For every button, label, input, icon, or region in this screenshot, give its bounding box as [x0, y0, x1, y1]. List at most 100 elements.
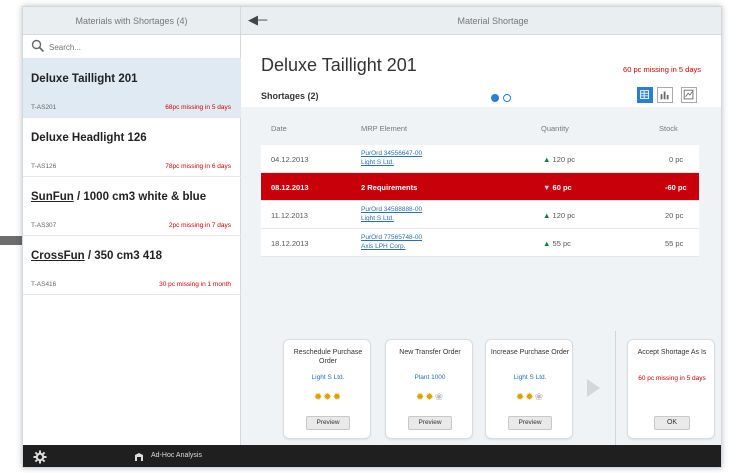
- mrp-supplier: Light S Ltd.: [361, 215, 394, 222]
- rating-stars: ✹✹❀: [486, 392, 574, 403]
- solution-card-reschedule[interactable]: Reschedule Purchase Order Light S Ltd. ✹…: [283, 339, 371, 439]
- quantity-value: 120 pc: [552, 155, 576, 164]
- table-row[interactable]: 04.12.2013 PurOrd 34556647-00 Light S Lt…: [261, 145, 699, 173]
- top-bar: Materials with Shortages (4) ◀─ Material…: [23, 7, 721, 35]
- cell-mrp-element[interactable]: PurOrd 34556647-00 Light S Ltd.: [361, 149, 422, 167]
- cell-date: 08.12.2013: [271, 183, 309, 192]
- play-arrow-icon[interactable]: [587, 379, 600, 397]
- list-item-id: T-AS126: [31, 163, 57, 170]
- ad-hoc-analysis-button[interactable]: Ad-Hoc Analysis: [133, 449, 233, 465]
- page-indicator-inactive[interactable]: [503, 94, 511, 102]
- cell-quantity: ▲ 55 pc: [543, 239, 571, 248]
- preview-button[interactable]: Preview: [306, 416, 350, 430]
- master-title: Materials with Shortages (4): [23, 7, 241, 35]
- graph-view-button[interactable]: [681, 87, 697, 103]
- column-header-quantity: Quantity: [541, 124, 569, 133]
- table-header: Date MRP Element Quantity Stock: [261, 117, 699, 141]
- accept-shortage-card[interactable]: Accept Shortage As Is 60 pc missing in 5…: [627, 339, 715, 439]
- list-item-status: 68pc missing in 5 days: [165, 104, 231, 111]
- table-row[interactable]: 18.12.2013 PurOrd 77565748-00 Axis LPH C…: [261, 229, 699, 257]
- solution-title: New Transfer Order: [399, 349, 461, 356]
- object-header: Deluxe Taillight 201 60 pc missing in 5 …: [241, 35, 721, 107]
- arrow-down-icon: ▼: [543, 183, 551, 192]
- rating-stars: ✹✹✹: [284, 392, 372, 403]
- list-item-sunfun[interactable]: SunFun / 1000 cm3 white & blue T-AS307 2…: [23, 177, 241, 236]
- list-item-deluxe-taillight[interactable]: Deluxe Taillight 201 T-AS201 68pc missin…: [23, 59, 241, 118]
- list-item-deluxe-headlight[interactable]: Deluxe Headlight 126 T-AS126 78pc missin…: [23, 118, 241, 177]
- solution-supplier-link[interactable]: Light S Ltd.: [486, 374, 574, 381]
- column-header-mrp: MRP Element: [361, 124, 408, 133]
- chart-view-button[interactable]: [657, 87, 673, 103]
- solution-card-increase[interactable]: Increase Purchase Order Light S Ltd. ✹✹❀…: [485, 339, 573, 439]
- solution-title: Reschedule Purchase Order: [293, 349, 363, 365]
- shortages-label: Shortages (2): [261, 91, 319, 101]
- cell-quantity: ▲ 120 pc: [543, 211, 575, 220]
- solution-card-transfer[interactable]: New Transfer Order Plant 1000 ✹✹❀ Previe…: [385, 339, 473, 439]
- column-header-date: Date: [271, 124, 287, 133]
- page-indicator-active[interactable]: [491, 94, 499, 102]
- cell-stock: -60 pc: [665, 183, 687, 192]
- app-window: Materials with Shortages (4) ◀─ Material…: [22, 6, 722, 468]
- list-item-title-rest: / 1000 cm3 white & blue: [73, 191, 207, 203]
- star-filled-icon: ✹: [323, 392, 333, 403]
- gear-icon[interactable]: [33, 450, 47, 464]
- list-item-title-link[interactable]: SunFun: [31, 191, 74, 203]
- cell-mrp-element[interactable]: PurOrd 77565748-00 Axis LPH Corp.: [361, 233, 422, 251]
- cell-stock: 20 pc: [665, 211, 684, 220]
- solution-title: Increase Purchase Order: [490, 349, 570, 356]
- cell-mrp-element[interactable]: PurOrd 34588888-00 Light S Ltd.: [361, 205, 422, 223]
- list-item-id: T-AS307: [31, 222, 57, 229]
- list-item-title-link[interactable]: CrossFun: [31, 250, 85, 262]
- cell-mrp-element: 2 Requirements: [361, 183, 418, 192]
- cell-date: 04.12.2013: [271, 155, 309, 164]
- ok-button[interactable]: OK: [654, 416, 690, 430]
- cell-quantity: ▲ 120 pc: [543, 155, 575, 164]
- cell-quantity: ▼ 60 pc: [543, 183, 572, 192]
- star-filled-icon: ✹: [415, 392, 426, 403]
- quantity-value: 120 pc: [552, 211, 576, 220]
- footer-bar: Ad-Hoc Analysis: [23, 445, 721, 467]
- list-item-title: Deluxe Taillight 201: [31, 73, 138, 85]
- solution-plant-link[interactable]: Plant 1000: [386, 374, 474, 381]
- table-icon: [640, 90, 649, 99]
- search-icon: [31, 39, 45, 53]
- arrow-up-icon: ▲: [543, 155, 551, 164]
- accept-status: 60 pc missing in 5 days: [638, 375, 706, 382]
- list-item-id: T-AS201: [31, 104, 57, 111]
- search-bar: [23, 35, 241, 59]
- table-row-alert[interactable]: 08.12.2013 2 Requirements ▼ 60 pc -60 pc: [261, 173, 699, 201]
- stage: Materials with Shortages (4) ◀─ Material…: [0, 0, 729, 473]
- back-arrow-icon[interactable]: ◀─: [248, 13, 267, 27]
- star-filled-icon: ✹: [332, 392, 343, 403]
- list-item-status: 30 pc missing in 1 month: [159, 281, 231, 288]
- search-input[interactable]: [49, 38, 229, 56]
- list-item-crossfun[interactable]: CrossFun / 350 cm3 418 T-AS416 30 pc mis…: [23, 236, 241, 295]
- preview-button[interactable]: Preview: [508, 416, 552, 430]
- star-filled-icon: ✹: [425, 392, 435, 403]
- ad-hoc-analysis-label: Ad-Hoc Analysis: [151, 452, 202, 459]
- cell-stock: 55 pc: [665, 239, 684, 248]
- cell-date: 18.12.2013: [271, 239, 309, 248]
- star-filled-icon: ✹: [313, 392, 324, 403]
- mrp-supplier: Light S Ltd.: [361, 159, 394, 166]
- mrp-document: PurOrd 34588888-00: [361, 206, 423, 213]
- solution-supplier-link[interactable]: Light S Ltd.: [284, 374, 372, 381]
- table-view-button[interactable]: [637, 87, 653, 103]
- list-item-id: T-AS416: [31, 281, 57, 288]
- list-item-status: 2pc missing in 7 days: [168, 222, 231, 229]
- line-chart-icon: [683, 89, 694, 100]
- cell-date: 11.12.2013: [271, 211, 308, 220]
- star-empty-icon: ❀: [434, 392, 445, 403]
- detail-title: Material Shortage: [457, 16, 529, 26]
- quantity-value: 55 pc: [552, 239, 571, 248]
- master-list: Deluxe Taillight 201 T-AS201 68pc missin…: [23, 35, 241, 445]
- table-row[interactable]: 11.12.2013 PurOrd 34588888-00 Light S Lt…: [261, 201, 699, 229]
- column-header-stock: Stock: [659, 124, 678, 133]
- bar-chart-icon: [660, 91, 669, 100]
- preview-button[interactable]: Preview: [408, 416, 452, 430]
- star-empty-icon: ❀: [534, 392, 545, 403]
- arrow-up-icon: ▲: [543, 211, 551, 220]
- mrp-document: PurOrd 77565748-00: [361, 234, 423, 241]
- cell-stock: 0 pc: [669, 155, 684, 164]
- analysis-icon: [135, 453, 143, 461]
